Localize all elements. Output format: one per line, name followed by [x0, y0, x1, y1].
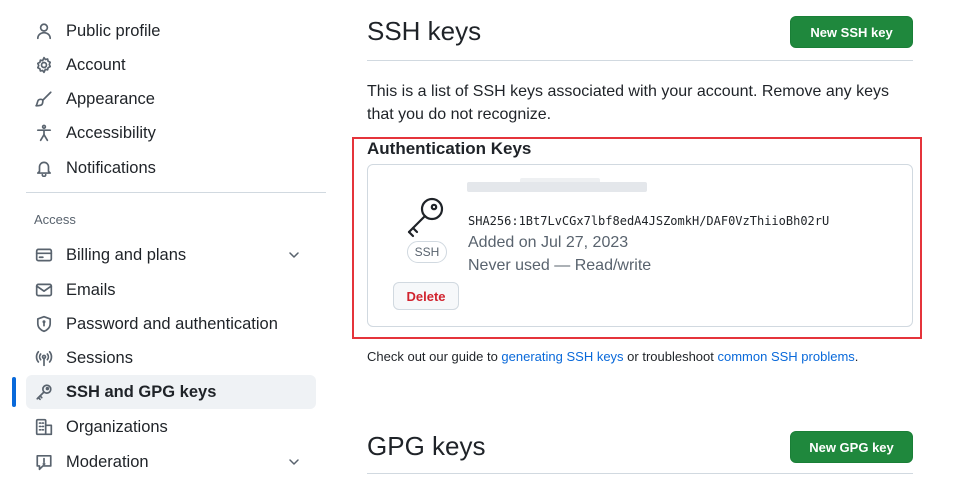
ssh-title-divider [367, 60, 913, 61]
guide-suffix: . [854, 349, 859, 364]
sidebar-item-label: Billing and plans [66, 245, 187, 264]
sidebar-item-sessions[interactable]: Sessions [26, 341, 316, 375]
sidebar-item-label: Appearance [66, 89, 155, 108]
guide-middle: or troubleshoot [623, 349, 718, 364]
key-fingerprint: SHA256:1Bt7LvCGx7lbf8edA4JSZomkH/DAF0VzT… [468, 214, 830, 228]
sidebar-item-organizations[interactable]: Organizations [26, 410, 316, 444]
sidebar-item-public-profile[interactable]: Public profile [26, 14, 316, 48]
sidebar-item-label: Organizations [66, 417, 168, 436]
authentication-keys-title: Authentication Keys [367, 139, 532, 158]
sidebar-item-label: Account [66, 55, 126, 74]
key-icon [404, 194, 448, 238]
sidebar-item-password-authentication[interactable]: Password and authentication [26, 307, 316, 341]
sidebar-item-label: Sessions [66, 348, 133, 367]
new-ssh-key-button[interactable]: New SSH key [790, 16, 913, 48]
shield-lock-icon [34, 314, 54, 334]
chevron-down-icon[interactable] [286, 454, 302, 470]
chevron-down-icon[interactable] [286, 247, 302, 263]
accessibility-icon [34, 123, 54, 143]
sidebar-item-label: Emails [66, 280, 116, 299]
gpg-keys-title: GPG keys [367, 431, 486, 461]
sidebar-item-label: Public profile [66, 21, 161, 40]
ssh-badge: SSH [407, 241, 447, 263]
key-usage: Never used — Read/write [468, 257, 652, 274]
new-gpg-key-button[interactable]: New GPG key [790, 431, 913, 463]
settings-sidebar: Public profile Account Appearance Access… [0, 0, 330, 479]
sidebar-item-notifications[interactable]: Notifications [26, 151, 316, 185]
delete-key-button[interactable]: Delete [393, 282, 459, 310]
key-added-date: Added on Jul 27, 2023 [468, 234, 629, 251]
sidebar-item-ssh-gpg-keys[interactable]: SSH and GPG keys [26, 375, 316, 409]
sidebar-item-appearance[interactable]: Appearance [26, 82, 316, 116]
redacted-key-title [467, 182, 647, 192]
sidebar-item-accessibility[interactable]: Accessibility [26, 116, 316, 150]
organization-icon [34, 417, 54, 437]
ssh-guide-text: Check out our guide to generating SSH ke… [367, 347, 907, 367]
person-icon [34, 21, 54, 41]
sidebar-item-billing[interactable]: Billing and plans [26, 238, 316, 272]
gpg-title-divider [367, 473, 913, 474]
sidebar-item-label: SSH and GPG keys [66, 382, 217, 401]
guide-prefix: Check out our guide to [367, 349, 502, 364]
sidebar-item-label: Notifications [66, 158, 156, 177]
sidebar-item-label: Moderation [66, 452, 149, 471]
sidebar-section-label: Access [34, 212, 76, 227]
broadcast-icon [34, 348, 54, 368]
generating-ssh-keys-link[interactable]: generating SSH keys [501, 349, 623, 364]
paintbrush-icon [34, 89, 54, 109]
ssh-keys-title: SSH keys [367, 16, 482, 46]
credit-card-icon [34, 245, 54, 265]
sidebar-item-moderation[interactable]: Moderation [26, 445, 316, 479]
sidebar-item-emails[interactable]: Emails [26, 273, 316, 307]
active-indicator [12, 377, 16, 407]
sidebar-item-label: Password and authentication [66, 314, 278, 333]
gear-icon [34, 55, 54, 75]
mail-icon [34, 280, 54, 300]
bell-icon [34, 158, 54, 178]
report-icon [34, 452, 54, 472]
key-icon [34, 382, 54, 402]
sidebar-item-label: Accessibility [66, 123, 156, 142]
ssh-description: This is a list of SSH keys associated wi… [367, 83, 889, 123]
common-ssh-problems-link[interactable]: common SSH problems [718, 349, 855, 364]
sidebar-item-account[interactable]: Account [26, 48, 316, 82]
sidebar-divider [26, 192, 326, 193]
